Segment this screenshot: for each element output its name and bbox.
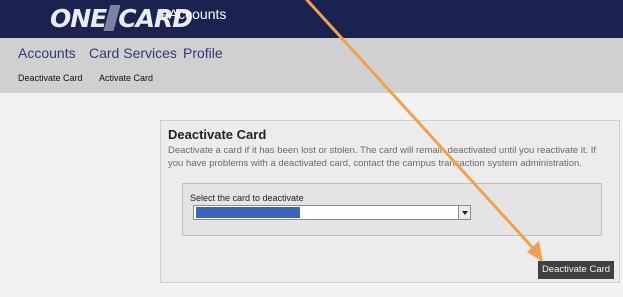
deactivate-card-panel: Deactivate Card Deactivate a card if it … [160,120,620,283]
card-select-label: Select the card to deactivate [190,193,304,203]
subnav-activate-card[interactable]: Activate Card [99,73,153,83]
panel-description: Deactivate a card if it has been lost or… [168,145,597,169]
main-navigation: Accounts Card Services Profile Deactivat… [0,38,623,93]
nav-card-services[interactable]: Card Services [89,45,177,61]
selected-card-highlight [196,207,300,218]
app-title: eAccounts [161,6,227,22]
card-select-dropdown[interactable] [193,205,471,220]
chevron-down-icon[interactable] [458,206,470,219]
nav-accounts[interactable]: Accounts [18,45,76,61]
subnav-deactivate-card[interactable]: Deactivate Card [18,73,83,83]
logo-text-one: ONE [50,4,107,33]
top-header-bar: ONE CARD eAccounts [0,0,623,38]
card-select-group: Select the card to deactivate [182,183,602,236]
nav-profile[interactable]: Profile [183,45,223,61]
panel-title: Deactivate Card [168,127,267,142]
deactivate-card-button[interactable]: Deactivate Card [538,261,614,279]
